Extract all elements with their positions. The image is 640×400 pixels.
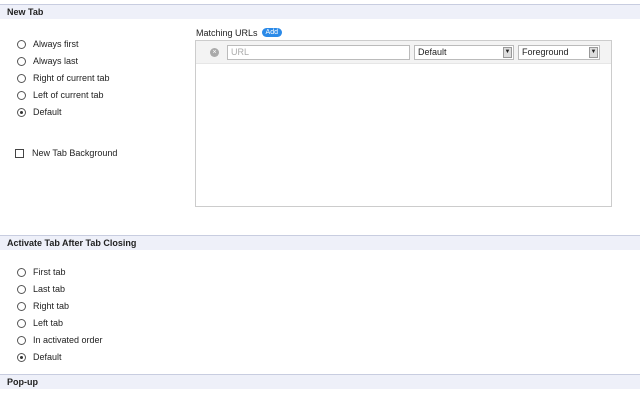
- dropdown-arrow-icon[interactable]: ▼: [589, 47, 598, 58]
- section-header-new-tab: New Tab: [0, 4, 640, 19]
- radio-first-tab[interactable]: First tab: [17, 266, 66, 278]
- radio-label: Right of current tab: [33, 73, 110, 83]
- radio-label: Always first: [33, 39, 79, 49]
- radio-activated-order[interactable]: In activated order: [17, 334, 103, 346]
- radio-label: Default: [33, 107, 62, 117]
- radio-button[interactable]: [17, 107, 26, 117]
- select-value: Default: [418, 47, 447, 57]
- radio-label: Left tab: [33, 318, 64, 328]
- radio-button[interactable]: [17, 352, 26, 362]
- radio-button[interactable]: [17, 73, 26, 83]
- radio-last-tab[interactable]: Last tab: [17, 283, 65, 295]
- radio-default[interactable]: Default: [17, 106, 62, 118]
- section-header-popup: Pop-up: [0, 374, 640, 389]
- radio-right-tab[interactable]: Right tab: [17, 300, 69, 312]
- radio-button[interactable]: [17, 90, 26, 100]
- matching-urls-label: Matching URLs Add: [196, 28, 282, 38]
- radio-label: Last tab: [33, 284, 66, 294]
- checkbox[interactable]: [15, 148, 24, 158]
- radio-button[interactable]: [17, 318, 26, 328]
- position-select[interactable]: Default ▼: [414, 45, 514, 60]
- mode-select[interactable]: Foreground ▼: [518, 45, 600, 60]
- remove-icon[interactable]: ×: [210, 48, 219, 57]
- add-button[interactable]: Add: [261, 28, 282, 37]
- section-header-activate-tab: Activate Tab After Tab Closing: [0, 235, 640, 250]
- radio-label: In activated order: [33, 335, 103, 345]
- radio-button[interactable]: [17, 284, 26, 294]
- radio-label: First tab: [33, 267, 66, 277]
- radio-left-tab[interactable]: Left tab: [17, 317, 63, 329]
- radio-button[interactable]: [17, 301, 26, 311]
- radio-right-of-current[interactable]: Right of current tab: [17, 72, 110, 84]
- url-input[interactable]: URL: [227, 45, 410, 60]
- radio-always-first[interactable]: Always first: [17, 38, 79, 50]
- checkbox-label: New Tab Background: [32, 148, 118, 158]
- radio-label: Left of current tab: [33, 90, 104, 100]
- new-tab-background-checkbox[interactable]: New Tab Background: [15, 147, 117, 159]
- url-rule-row: × URL Default ▼ Foreground ▼: [196, 41, 611, 64]
- radio-button[interactable]: [17, 56, 26, 66]
- radio-button[interactable]: [17, 335, 26, 345]
- select-value: Foreground: [522, 47, 569, 57]
- radio-label: Default: [33, 352, 62, 362]
- matching-urls-text: Matching URLs: [196, 28, 258, 38]
- radio-left-of-current[interactable]: Left of current tab: [17, 89, 104, 101]
- dropdown-arrow-icon[interactable]: ▼: [503, 47, 512, 58]
- matching-urls-list: × URL Default ▼ Foreground ▼: [195, 40, 612, 207]
- radio-button[interactable]: [17, 39, 26, 49]
- radio-label: Right tab: [33, 301, 70, 311]
- radio-button[interactable]: [17, 267, 26, 277]
- radio-default-close[interactable]: Default: [17, 351, 62, 363]
- radio-always-last[interactable]: Always last: [17, 55, 78, 67]
- radio-label: Always last: [33, 56, 79, 66]
